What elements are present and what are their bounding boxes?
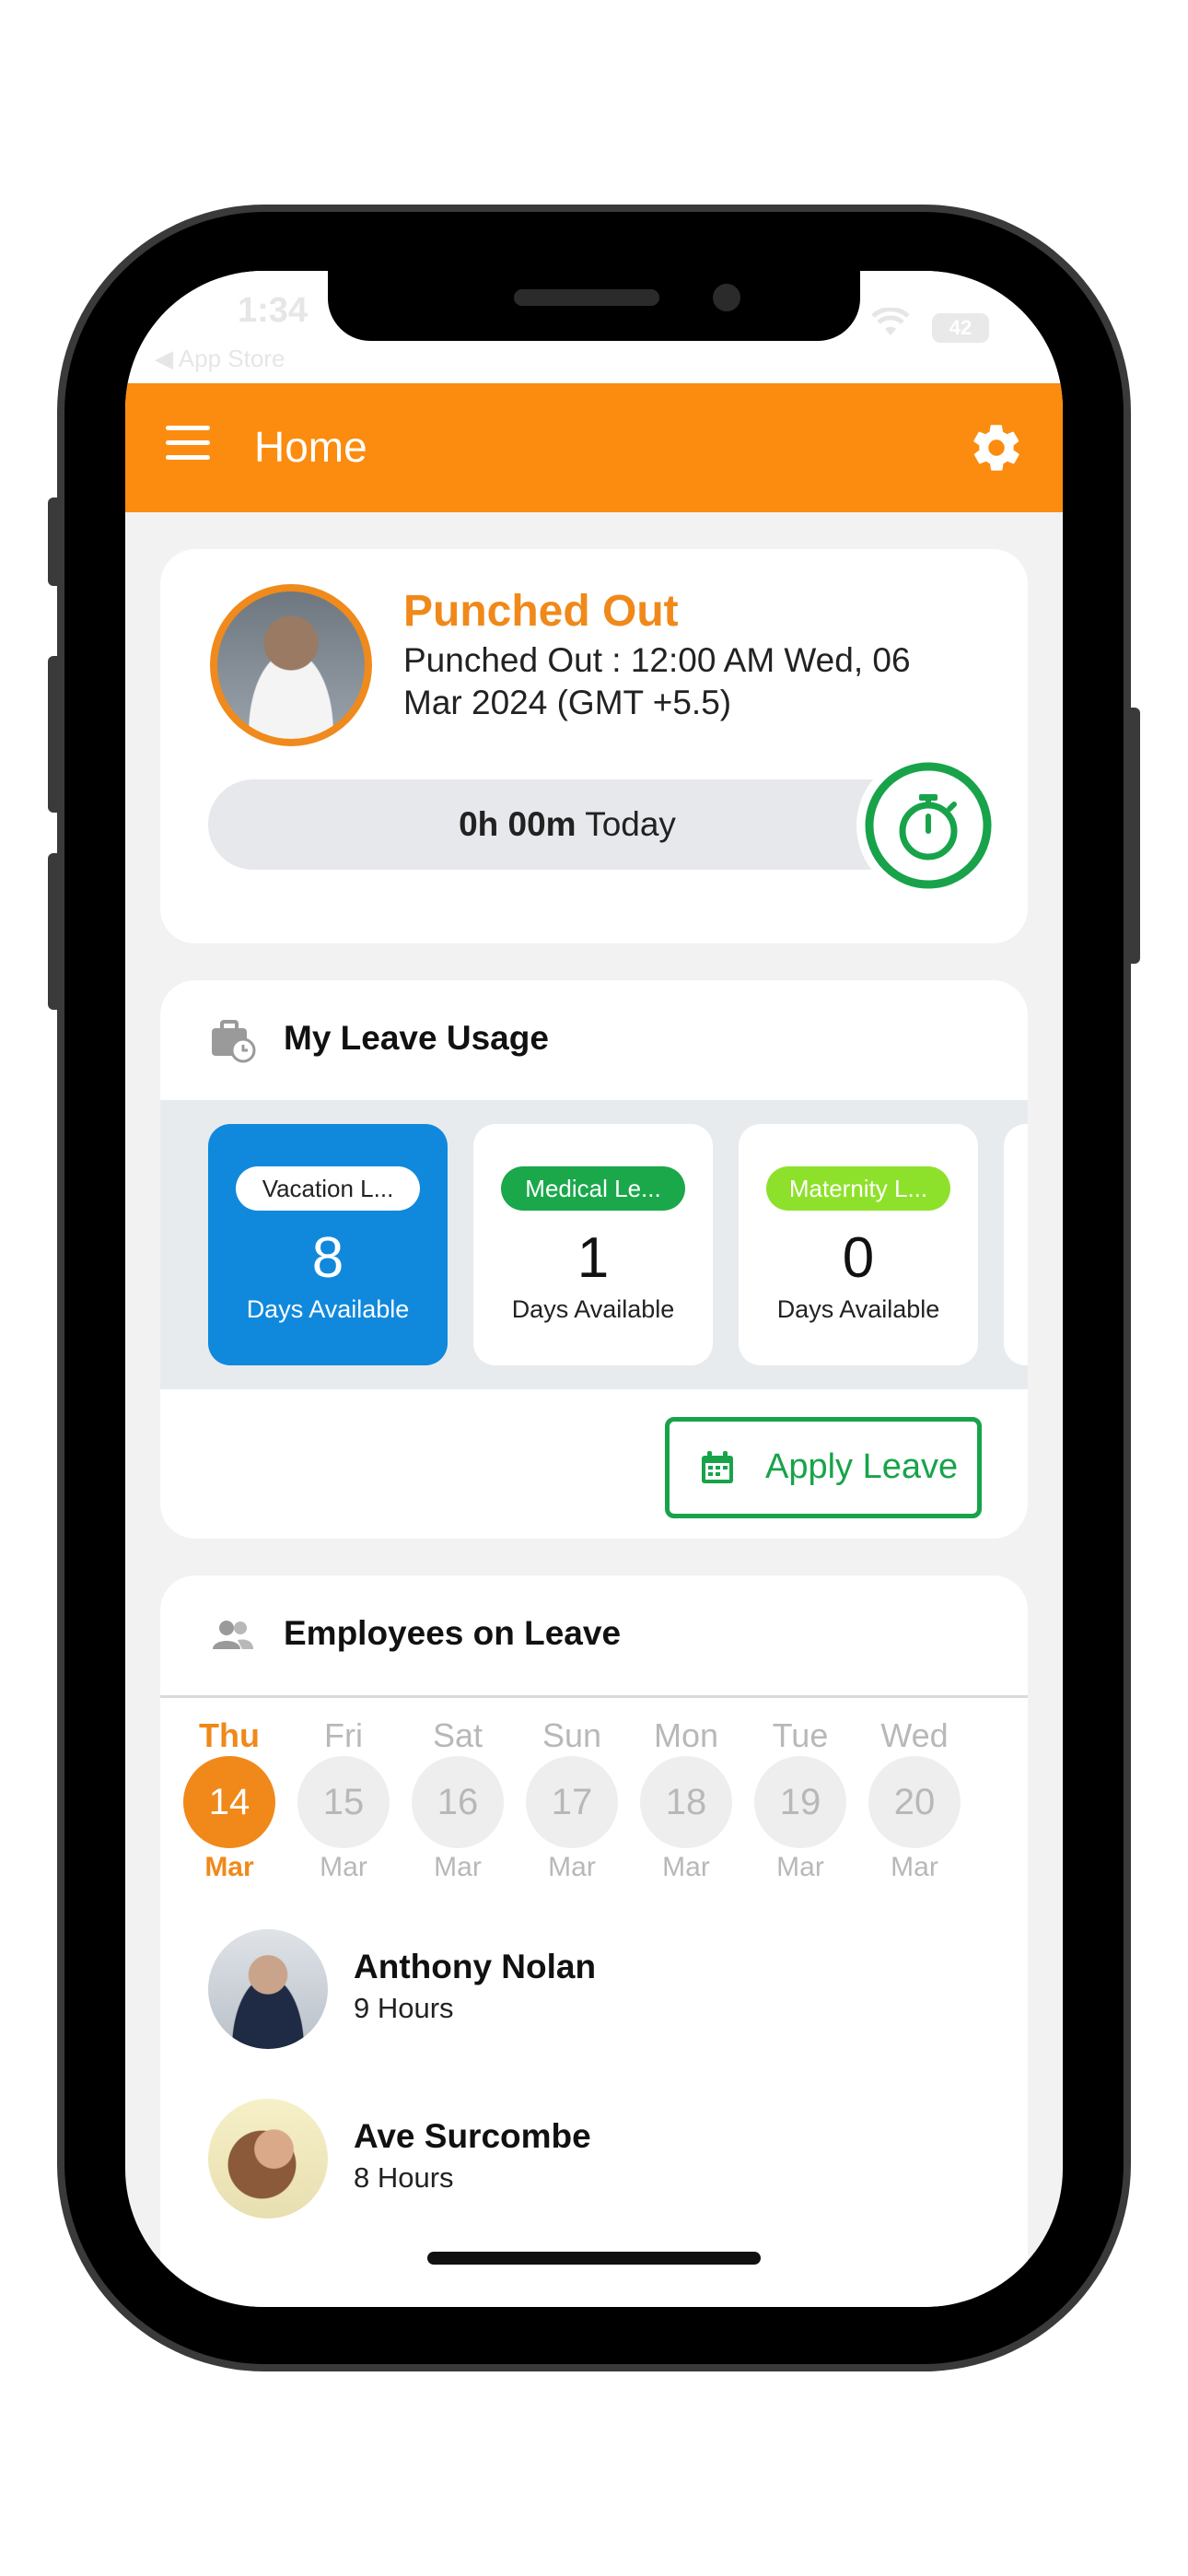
briefcase-clock-icon [210, 1017, 256, 1063]
day-name: Fri [324, 1716, 363, 1754]
day-date: 17 [526, 1756, 618, 1848]
leave-type-chip: Maternity L... [766, 1166, 950, 1211]
punch-in-button[interactable] [856, 754, 1000, 897]
hamburger-menu-icon[interactable] [166, 426, 210, 461]
silent-switch [48, 498, 63, 586]
back-to-app-store-link[interactable]: ◀ App Store [155, 345, 285, 373]
day-selector-fri[interactable]: Fri 15 Mar [293, 1715, 394, 1883]
employee-row[interactable]: Anthony Nolan 9 Hours [208, 1929, 1000, 2055]
employee-hours: 9 Hours [354, 1992, 454, 2024]
day-selector-thu[interactable]: Thu 14 Mar [179, 1715, 280, 1883]
day-selector-sat[interactable]: Sat 16 Mar [407, 1715, 508, 1883]
leave-tile-vacation[interactable]: Vacation L... 8 Days Available [208, 1124, 448, 1365]
leave-usage-title: My Leave Usage [284, 1019, 549, 1057]
volume-down-button [48, 853, 63, 1010]
day-month: Mar [320, 1852, 367, 1882]
day-selector-tue[interactable]: Tue 19 Mar [750, 1715, 851, 1883]
wifi-icon [871, 307, 910, 345]
day-selector-wed[interactable]: Wed 20 Mar [864, 1715, 965, 1883]
day-month: Mar [891, 1852, 938, 1882]
day-name: Mon [653, 1716, 719, 1754]
leave-tile-medical[interactable]: Medical Le... 1 Days Available [473, 1124, 713, 1365]
apply-leave-button[interactable]: Apply Leave [665, 1417, 982, 1518]
day-name: Tue [772, 1716, 829, 1754]
employees-on-leave-title: Employees on Leave [284, 1614, 622, 1652]
app-header: Home [125, 383, 1063, 512]
employee-name: Anthony Nolan [354, 1948, 597, 1985]
battery-icon: 42 [932, 313, 989, 343]
leave-days-label: Days Available [246, 1295, 410, 1323]
employee-row[interactable]: Ave Surcombe 8 Hours [208, 2099, 1000, 2224]
section-divider [160, 1695, 1028, 1698]
employee-hours: 8 Hours [354, 2161, 454, 2194]
status-bar: 1:34 ◀ App Store ▪▪▪ 42 [125, 271, 1063, 383]
leave-tile-maternity[interactable]: Maternity L... 0 Days Available [739, 1124, 978, 1365]
stopwatch-icon [865, 762, 992, 889]
day-name: Sat [432, 1716, 483, 1754]
leave-days-count: 1 [577, 1226, 610, 1290]
leave-type-chip: Medical Le... [501, 1166, 685, 1211]
day-month: Mar [776, 1852, 824, 1882]
leave-type-carousel[interactable]: Vacation L... 8 Days Available Medical L… [160, 1100, 1028, 1389]
speaker-grille [514, 289, 659, 306]
status-time: 1:34 [238, 291, 309, 330]
day-selector-mon[interactable]: Mon 18 Mar [635, 1715, 737, 1883]
avatar [210, 584, 372, 746]
camera-notch [328, 271, 860, 341]
work-duration-pill: 0h 00m Today [208, 779, 926, 870]
day-date: 19 [754, 1756, 846, 1848]
employee-avatar [208, 2099, 328, 2219]
leave-usage-card: My Leave Usage Vacation L... 8 Days Avai… [160, 980, 1028, 1539]
leave-days-count: 0 [842, 1226, 875, 1290]
home-indicator[interactable] [427, 2252, 761, 2265]
work-duration: 0h 00m [459, 805, 577, 843]
punch-status: Punched Out [403, 587, 679, 636]
day-name: Sun [542, 1716, 602, 1754]
day-date: 15 [297, 1756, 390, 1848]
power-button [1125, 708, 1140, 964]
page-title: Home [254, 423, 367, 471]
employees-on-leave-card: Employees on Leave Thu 14 Mar Fri 15 Mar… [160, 1575, 1028, 2307]
leave-type-chip: Vacation L... [236, 1166, 420, 1211]
day-date: 14 [183, 1756, 275, 1848]
app-screen: 1:34 ◀ App Store ▪▪▪ 42 Home Punched Out… [125, 271, 1063, 2307]
front-camera [713, 284, 740, 311]
day-name: Thu [199, 1716, 260, 1754]
employee-avatar [208, 1929, 328, 2049]
employees-on-leave-header: Employees on Leave [160, 1575, 1028, 1695]
work-duration-suffix: Today [585, 805, 676, 843]
day-month: Mar [204, 1852, 254, 1882]
gear-icon[interactable] [969, 420, 1024, 475]
day-month: Mar [434, 1852, 482, 1882]
employee-name: Ave Surcombe [354, 2117, 591, 2155]
day-date: 18 [640, 1756, 732, 1848]
leave-days-label: Days Available [511, 1295, 675, 1323]
leave-days-label: Days Available [776, 1295, 940, 1323]
apply-leave-label: Apply Leave [765, 1447, 959, 1486]
people-icon [210, 1612, 256, 1658]
punch-detail: Punched Out : 12:00 AM Wed, 06 Mar 2024 … [403, 641, 911, 721]
day-date: 16 [412, 1756, 504, 1848]
leave-tile-next[interactable] [1004, 1124, 1028, 1365]
day-date: 20 [868, 1756, 961, 1848]
day-month: Mar [548, 1852, 596, 1882]
day-name: Wed [880, 1716, 949, 1754]
day-month: Mar [662, 1852, 710, 1882]
leave-usage-header: My Leave Usage [160, 980, 1028, 1100]
leave-days-count: 8 [311, 1226, 344, 1290]
punch-card: Punched Out Punched Out : 12:00 AM Wed, … [160, 549, 1028, 943]
calendar-icon [699, 1449, 736, 1486]
day-selector-sun[interactable]: Sun 17 Mar [521, 1715, 623, 1883]
volume-up-button [48, 656, 63, 813]
